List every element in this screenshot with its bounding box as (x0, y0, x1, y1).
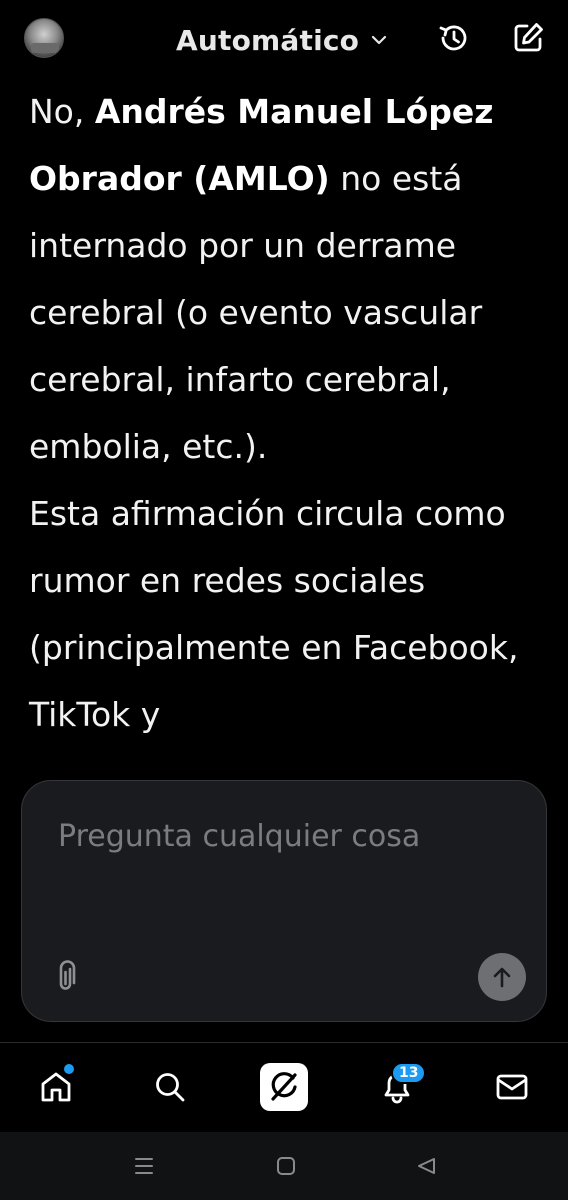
system-home-button[interactable] (272, 1152, 300, 1180)
message-paragraph: No, Andrés Manuel López Obrador (AMLO) n… (29, 78, 549, 480)
mail-icon (496, 1074, 528, 1100)
new-chat-button[interactable] (510, 20, 546, 56)
system-recents-button[interactable] (130, 1152, 158, 1180)
notification-badge: 13 (391, 1062, 427, 1084)
message-text: no está internado por un derrame cerebra… (29, 159, 483, 466)
history-button[interactable] (436, 20, 472, 56)
home-icon (41, 1072, 71, 1102)
bottom-nav (0, 1042, 568, 1130)
nav-search[interactable] (148, 1065, 192, 1109)
new-chat-icon (514, 23, 543, 52)
chevron-down-icon (372, 35, 387, 45)
message-text: No, (29, 92, 95, 131)
paperclip-icon (59, 960, 76, 990)
nav-grok[interactable] (260, 1063, 308, 1111)
message-paragraph: Esta afirmación circula como rumor en re… (29, 494, 519, 734)
assistant-message: No, Andrés Manuel López Obrador (AMLO) n… (29, 78, 549, 748)
grok-icon (271, 1072, 297, 1101)
attach-button[interactable] (50, 959, 82, 995)
system-nav-bar (0, 1132, 568, 1200)
nav-messages[interactable] (490, 1065, 534, 1109)
nav-home[interactable] (34, 1064, 78, 1109)
system-back-button[interactable] (412, 1152, 440, 1180)
recents-icon (135, 1158, 153, 1174)
home-button-icon (277, 1157, 295, 1175)
unread-dot (64, 1064, 74, 1074)
search-icon (156, 1073, 185, 1102)
model-selector[interactable]: Automático (176, 20, 389, 60)
top-bar: Automático (0, 0, 568, 80)
prompt-input[interactable] (58, 819, 498, 854)
arrow-up-icon (493, 967, 511, 988)
profile-avatar[interactable] (24, 18, 64, 58)
back-icon (418, 1158, 435, 1174)
model-label: Automático (176, 23, 360, 57)
composer (21, 780, 547, 1022)
history-icon (439, 25, 467, 51)
send-button[interactable] (478, 953, 526, 1001)
